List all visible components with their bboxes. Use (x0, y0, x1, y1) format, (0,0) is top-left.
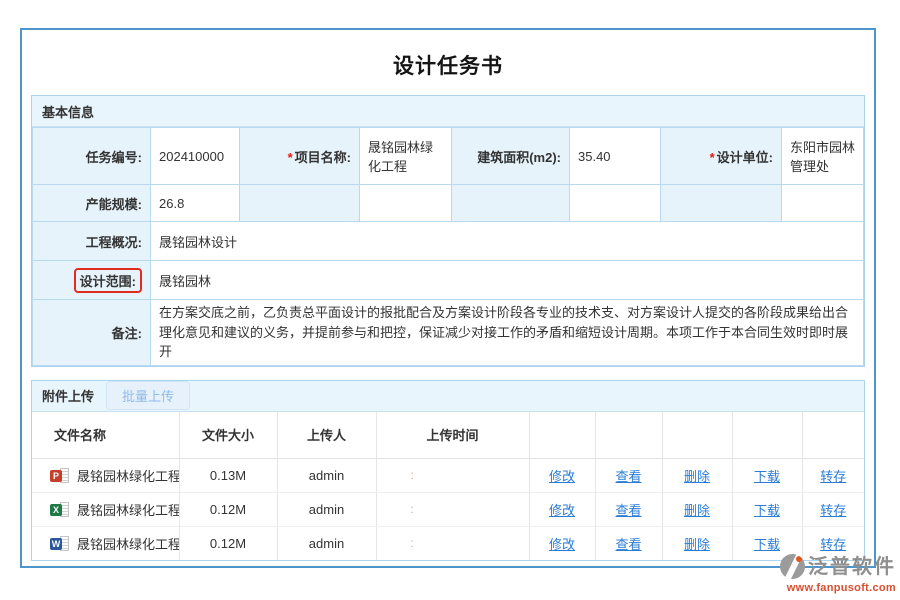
empty-cell (360, 185, 452, 222)
attachments-table: 文件名称 文件大小 上传人 上传时间 P 晟铭园林绿化工程. 0.13M admi… (32, 412, 864, 560)
col-header-empty (732, 412, 802, 459)
project-name-value: 晟铭园林绿化工程 (360, 128, 452, 185)
file-size-cell: 0.12M (179, 526, 277, 560)
attachments-section: 附件上传 批量上传 文件名称 文件大小 上传人 上传时间 P 晟铭园林绿化工程. (31, 380, 865, 561)
empty-cell (240, 185, 360, 222)
basic-info-section-header: 基本信息 (32, 96, 864, 127)
capacity-label: 产能规模: (33, 185, 151, 222)
file-name-text: 晟铭园林绿化工程. (77, 503, 179, 518)
excel-file-icon: X (50, 502, 72, 518)
download-link[interactable]: 下载 (754, 503, 780, 518)
col-header-empty (802, 412, 864, 459)
col-header-empty (662, 412, 732, 459)
transfer-link[interactable]: 转存 (820, 469, 846, 484)
upload-time-cell: : (376, 492, 529, 526)
remark-label: 备注: (33, 300, 151, 366)
page-title: 设计任务书 (22, 30, 874, 95)
fanpu-logo-icon (780, 554, 805, 579)
file-name-cell: X 晟铭园林绿化工程. (32, 492, 179, 526)
design-unit-value: 东阳市园林管理处 (782, 128, 864, 185)
form-row-5: 备注: 在方案交底之前，乙负责总平面设计的报批配合及方案设计阶段各专业的技术支、… (33, 300, 864, 366)
overview-value: 晟铭园林设计 (151, 222, 864, 261)
modify-link[interactable]: 修改 (549, 469, 575, 484)
empty-cell (782, 185, 864, 222)
batch-upload-button[interactable]: 批量上传 (106, 381, 190, 410)
col-header-empty (529, 412, 595, 459)
project-name-label: *项目名称: (240, 128, 360, 185)
task-no-label: 任务编号: (33, 128, 151, 185)
build-area-label: 建筑面积(m2): (452, 128, 570, 185)
form-row-2: 产能规模: 26.8 (33, 185, 864, 222)
fanpu-watermark: 泛普软件 www.fanpusoft.com (746, 554, 896, 594)
file-size-cell: 0.12M (179, 492, 277, 526)
scope-label: 设计范围: (33, 261, 151, 300)
required-asterisk: * (710, 150, 715, 165)
upload-time-cell: : (376, 458, 529, 492)
attachment-row: W 晟铭园林绿化工程. 0.12M admin : 修改 查看 删除 下载 转存 (32, 526, 864, 560)
project-name-label-text: 项目名称: (295, 150, 351, 165)
scope-value: 晟铭园林 (151, 261, 864, 300)
col-header-upload-time: 上传时间 (376, 412, 529, 459)
view-link[interactable]: 查看 (615, 503, 641, 518)
file-name-cell: W 晟铭园林绿化工程. (32, 526, 179, 560)
empty-cell (661, 185, 782, 222)
download-link[interactable]: 下载 (754, 537, 780, 552)
col-header-file-size: 文件大小 (179, 412, 277, 459)
attachment-row: P 晟铭园林绿化工程. 0.13M admin : 修改 查看 删除 下载 转存 (32, 458, 864, 492)
document-frame: 设计任务书 基本信息 任务编号: 202410000 *项目名称: 晟铭园林绿化… (20, 28, 876, 568)
uploader-cell: admin (277, 526, 376, 560)
delete-link[interactable]: 删除 (684, 469, 710, 484)
modify-link[interactable]: 修改 (549, 503, 575, 518)
ppt-file-icon: P (50, 468, 72, 484)
transfer-link[interactable]: 转存 (820, 503, 846, 518)
file-name-text: 晟铭园林绿化工程. (77, 469, 179, 484)
col-header-uploader: 上传人 (277, 412, 376, 459)
attachment-row: X 晟铭园林绿化工程. 0.12M admin : 修改 查看 删除 下载 转存 (32, 492, 864, 526)
view-link[interactable]: 查看 (615, 469, 641, 484)
capacity-value: 26.8 (151, 185, 240, 222)
required-asterisk: * (288, 150, 293, 165)
task-no-value: 202410000 (151, 128, 240, 185)
fanpu-url-text: www.fanpusoft.com (746, 582, 896, 594)
attachments-section-title: 附件上传 (42, 386, 94, 405)
file-name-text: 晟铭园林绿化工程. (77, 537, 179, 552)
design-unit-label-text: 设计单位: (717, 150, 773, 165)
overview-label: 工程概况: (33, 222, 151, 261)
uploader-cell: admin (277, 492, 376, 526)
form-row-4: 设计范围: 晟铭园林 (33, 261, 864, 300)
design-unit-label: *设计单位: (661, 128, 782, 185)
empty-cell (570, 185, 661, 222)
view-link[interactable]: 查看 (615, 537, 641, 552)
file-size-cell: 0.13M (179, 458, 277, 492)
transfer-link[interactable]: 转存 (820, 537, 846, 552)
delete-link[interactable]: 删除 (684, 503, 710, 518)
fanpu-brand-text: 泛普软件 (808, 557, 896, 577)
word-file-icon: W (50, 536, 72, 552)
attachments-section-header: 附件上传 批量上传 (32, 381, 864, 412)
modify-link[interactable]: 修改 (549, 537, 575, 552)
download-link[interactable]: 下载 (754, 469, 780, 484)
col-header-empty (595, 412, 662, 459)
delete-link[interactable]: 删除 (684, 537, 710, 552)
attachments-header-row: 文件名称 文件大小 上传人 上传时间 (32, 412, 864, 459)
basic-info-table: 任务编号: 202410000 *项目名称: 晟铭园林绿化工程 建筑面积(m2)… (32, 127, 864, 366)
upload-time-cell: : (376, 526, 529, 560)
col-header-file-name: 文件名称 (32, 412, 179, 459)
file-name-cell: P 晟铭园林绿化工程. (32, 458, 179, 492)
uploader-cell: admin (277, 458, 376, 492)
form-row-1: 任务编号: 202410000 *项目名称: 晟铭园林绿化工程 建筑面积(m2)… (33, 128, 864, 185)
basic-info-section: 基本信息 任务编号: 202410000 *项目名称: 晟铭园林绿化工程 建筑面… (31, 95, 865, 367)
form-row-3: 工程概况: 晟铭园林设计 (33, 222, 864, 261)
scope-label-highlight-box: 设计范围: (74, 268, 142, 293)
build-area-value: 35.40 (570, 128, 661, 185)
empty-cell (452, 185, 570, 222)
remark-value: 在方案交底之前，乙负责总平面设计的报批配合及方案设计阶段各专业的技术支、对方案设… (151, 300, 864, 366)
